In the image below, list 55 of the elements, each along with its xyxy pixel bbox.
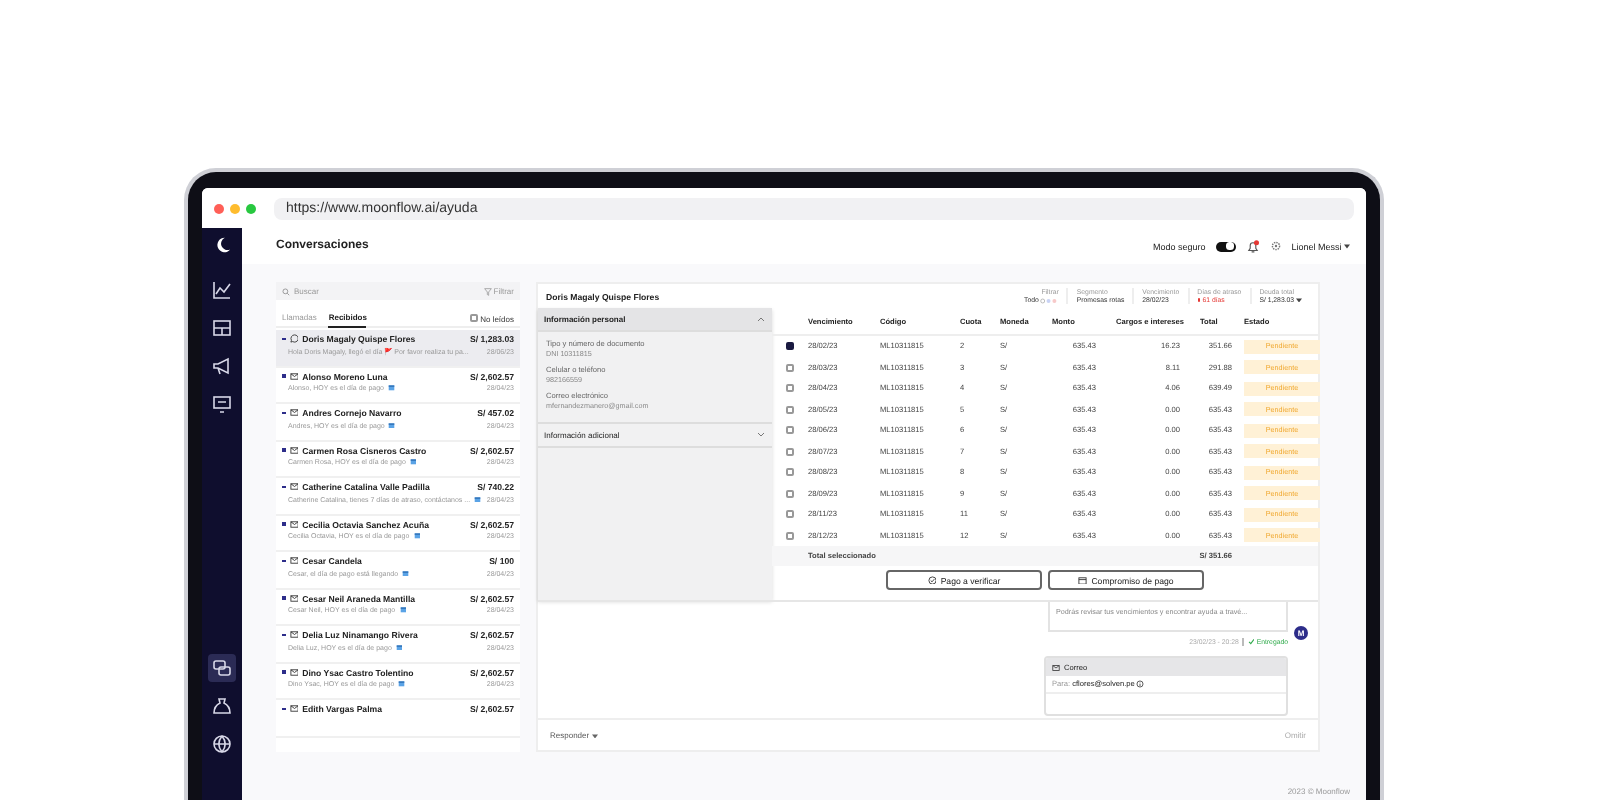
caret-icon xyxy=(591,733,598,739)
envelope-icon xyxy=(289,667,299,677)
envelope-icon xyxy=(289,593,299,603)
funnel-icon xyxy=(483,287,492,296)
safe-mode-toggle[interactable] xyxy=(1215,241,1236,251)
envelope-icon xyxy=(289,519,299,529)
info-icon xyxy=(1136,680,1145,688)
envelope-icon xyxy=(289,408,299,418)
row-checkbox[interactable] xyxy=(786,363,794,372)
maximize-dot-icon[interactable] xyxy=(246,203,256,213)
moon-logo-icon xyxy=(213,236,231,254)
chat-bubble-icon xyxy=(289,334,299,344)
calendar-icon xyxy=(399,606,407,614)
envelope-icon xyxy=(289,445,299,455)
calendar-icon xyxy=(409,458,417,466)
row-checkbox[interactable] xyxy=(786,426,794,435)
row-checkbox[interactable] xyxy=(786,405,794,414)
envelope-icon xyxy=(289,556,299,566)
monitor-icon[interactable] xyxy=(208,390,236,418)
calendar-icon xyxy=(398,680,406,688)
calendar-icon xyxy=(388,421,396,429)
minimize-dot-icon[interactable] xyxy=(230,203,240,213)
money-bag-icon[interactable] xyxy=(208,692,236,720)
envelope-icon xyxy=(1052,663,1060,671)
check-circle-icon xyxy=(927,575,937,585)
row-checkbox[interactable] xyxy=(786,468,794,477)
calendar-icon xyxy=(413,532,421,540)
calendar-icon xyxy=(1078,575,1088,585)
calendar-icon xyxy=(402,569,410,577)
check-icon xyxy=(1247,638,1255,646)
row-checkbox[interactable] xyxy=(786,510,794,519)
unread-checkbox[interactable] xyxy=(470,314,479,322)
row-checkbox[interactable] xyxy=(786,489,794,498)
layout-icon[interactable] xyxy=(208,314,236,342)
globe-icon[interactable] xyxy=(208,730,236,758)
caret-icon xyxy=(1344,244,1350,250)
envelope-icon xyxy=(289,704,299,714)
chart-icon[interactable] xyxy=(208,276,236,304)
filter-options-icon[interactable] xyxy=(1040,297,1059,303)
row-checkbox[interactable] xyxy=(786,447,794,456)
chat-icon[interactable] xyxy=(208,654,236,682)
caret-icon xyxy=(1296,297,1302,303)
search-icon xyxy=(282,287,290,295)
envelope-icon xyxy=(289,482,299,492)
row-checkbox[interactable] xyxy=(786,531,794,540)
calendar-icon xyxy=(474,495,482,503)
close-dot-icon[interactable] xyxy=(214,203,224,213)
notification-bell-icon[interactable] xyxy=(1245,239,1260,253)
row-checkbox[interactable] xyxy=(786,342,794,351)
calendar-icon xyxy=(395,643,403,651)
envelope-icon xyxy=(289,371,299,381)
settings-icon[interactable] xyxy=(1269,240,1282,252)
row-checkbox[interactable] xyxy=(786,384,794,393)
envelope-icon xyxy=(289,630,299,640)
calendar-icon xyxy=(388,384,395,392)
